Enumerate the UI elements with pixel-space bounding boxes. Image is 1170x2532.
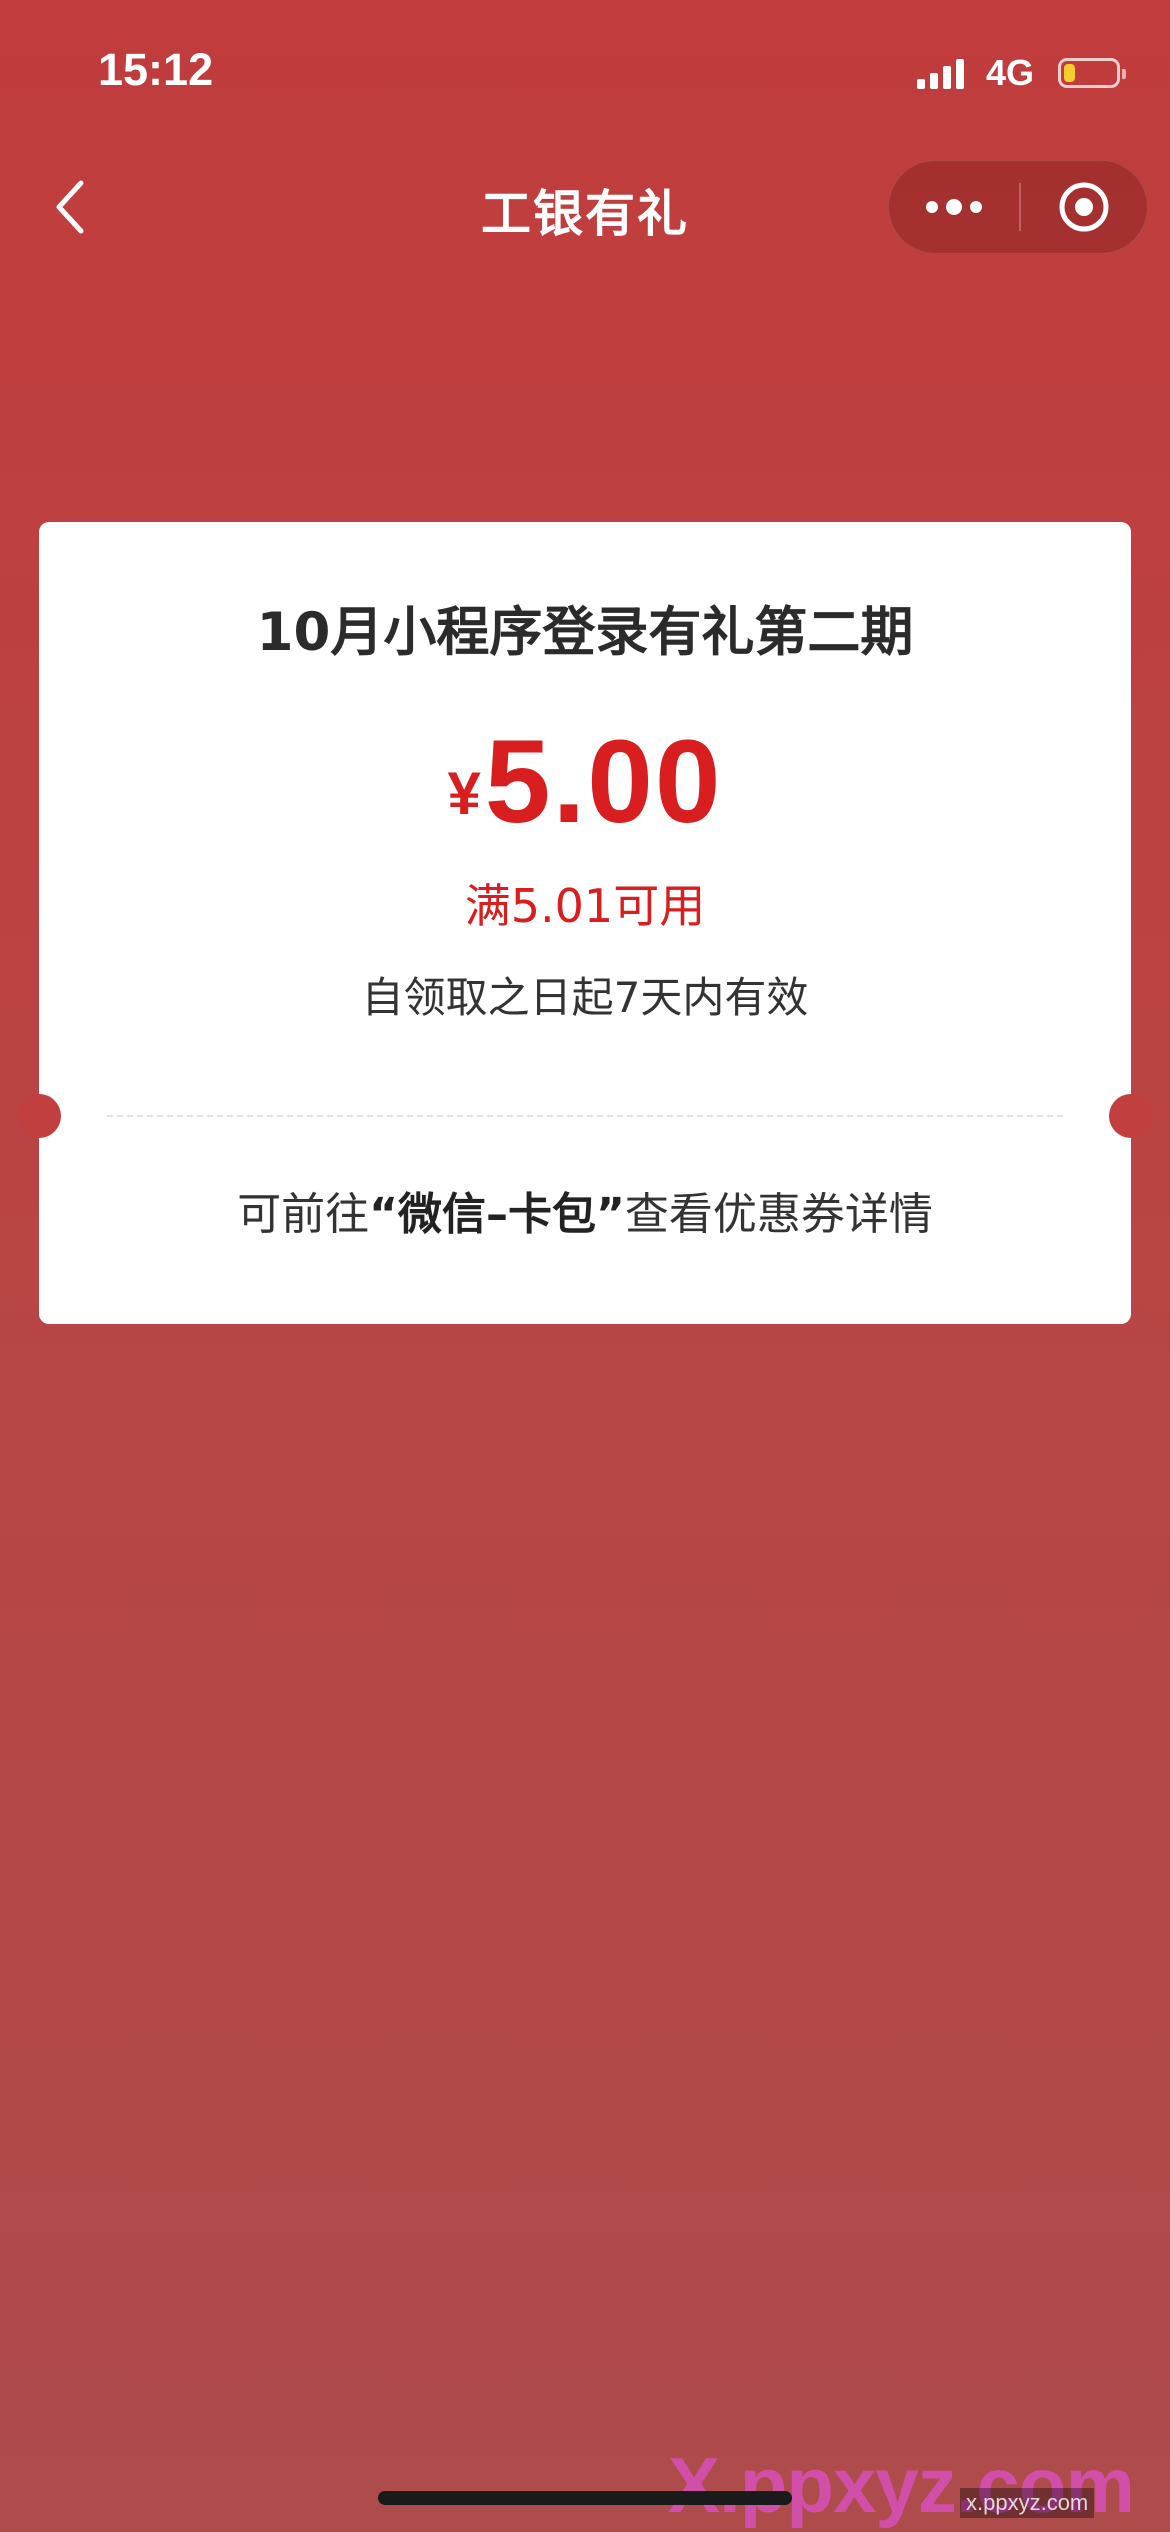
more-dots-icon [926,199,982,215]
coupon-condition: 满5.01可用 [464,879,706,933]
coupon-title: 10月小程序登录有礼第二期 [256,602,914,663]
home-indicator[interactable] [378,2491,792,2505]
coupon-card: 10月小程序登录有礼第二期 ¥5.00 满5.01可用 自领取之日起7天内有效 … [17,522,1153,1324]
target-circle-icon [1059,182,1109,232]
network-type: 4G [985,52,1034,93]
mini-program-capsule [888,160,1148,254]
wechat-cardpack-link[interactable]: “微信–卡包” [369,1189,625,1240]
close-mini-program-button[interactable] [1021,161,1147,253]
footer-suffix: 查看优惠券详情 [624,1189,933,1240]
dashed-divider [107,1115,1063,1117]
battery-icon [1058,58,1126,88]
more-button[interactable] [889,161,1019,253]
status-bar: 15:12 4G [0,0,1170,140]
ticket-notch-left [17,1094,61,1138]
signal-icon [916,57,964,89]
coupon-validity: 自领取之日起7天内有效 [361,973,809,1022]
battery-level [1064,64,1075,82]
status-indicators: 4G [916,52,1126,94]
amount-value: 5.00 [484,716,723,848]
coupon-amount: ¥5.00 [39,714,1131,850]
watermark-small: x.ppxyz.com [960,2488,1095,2518]
ticket-notch-right [1109,1094,1153,1138]
status-time: 15:12 [98,44,214,95]
card-footer-hint: 可前往“微信–卡包”查看优惠券详情 [39,1178,1131,1242]
currency-symbol: ¥ [447,760,481,827]
footer-prefix: 可前往 [237,1189,370,1240]
